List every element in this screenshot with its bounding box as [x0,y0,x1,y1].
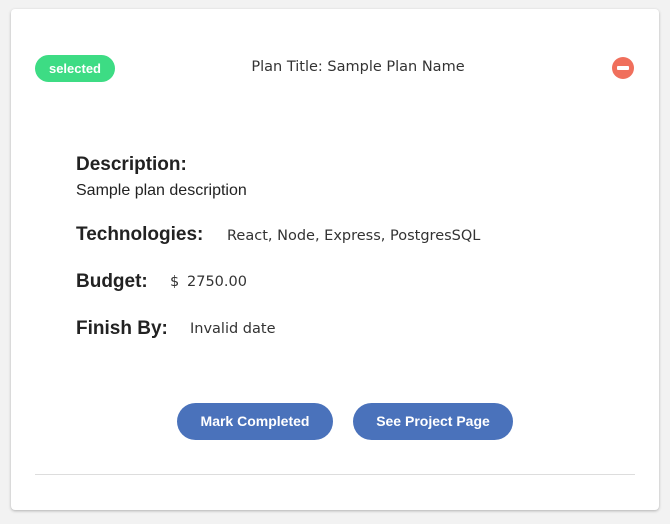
minus-circle-icon [617,66,629,70]
finish-by-value: Invalid date [190,321,276,337]
description-label: Description: [76,154,187,175]
description-value: Sample plan description [76,182,247,199]
budget-label: Budget: [76,271,148,292]
divider [35,474,635,475]
technologies-label: Technologies: [76,224,204,245]
budget-value: 2750.00 [187,274,247,290]
technologies-value: React, Node, Express, PostgresSQL [227,228,481,244]
mark-completed-button[interactable]: Mark Completed [177,403,333,440]
see-project-page-button[interactable]: See Project Page [353,403,513,440]
plan-title: Plan Title: Sample Plan Name [251,59,465,75]
budget-currency: $ [170,274,180,290]
plan-card: selected Plan Title: Sample Plan Name De… [11,9,659,510]
finish-by-label: Finish By: [76,318,168,339]
remove-plan-button[interactable] [612,57,634,79]
